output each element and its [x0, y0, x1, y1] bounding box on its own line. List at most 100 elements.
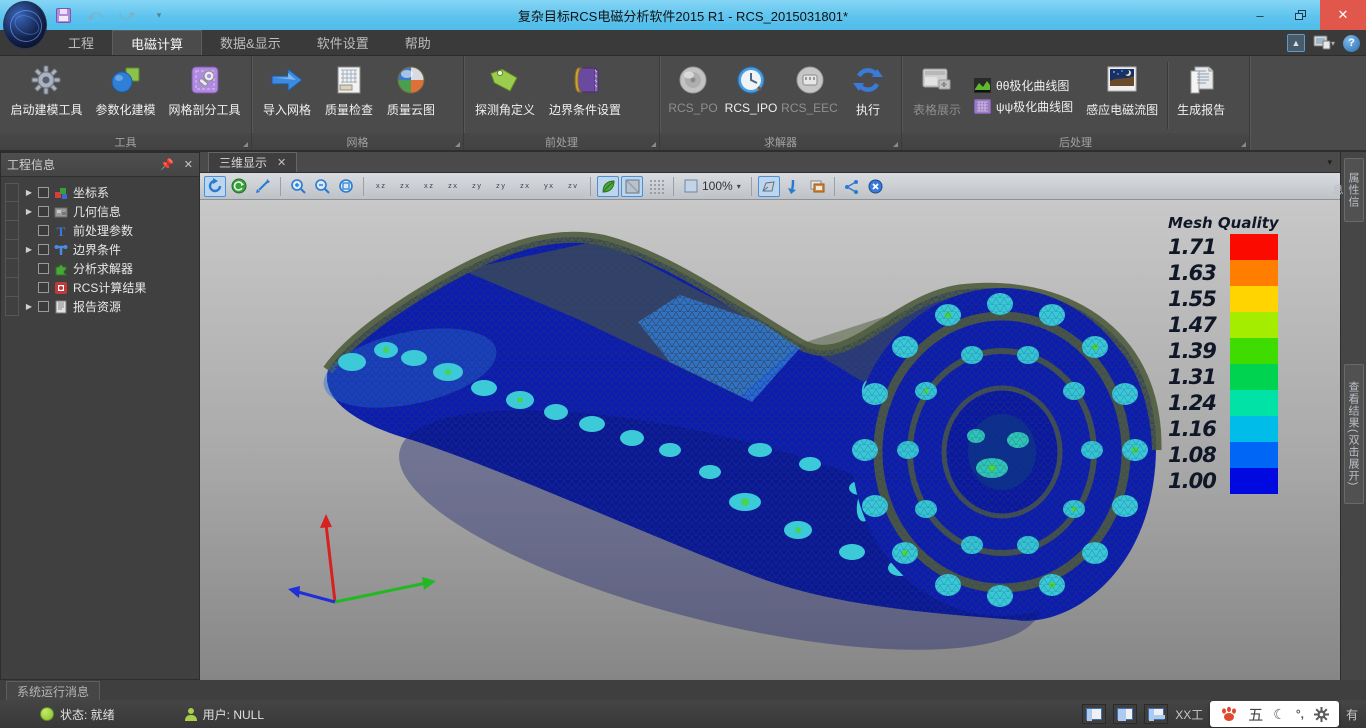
zoom-level-select[interactable]: 100% ▾ [680, 179, 745, 193]
generate-report-button[interactable]: 生成报告 [1170, 58, 1232, 133]
orbit-button[interactable] [228, 176, 250, 197]
legend-swatch [1230, 364, 1278, 390]
tree-item-boundary-conditions[interactable]: ▶ 边界条件 [1, 240, 199, 259]
viewport-toolbar: xz zx xz zx zy zy zx yx zv 100% ▾ [200, 173, 1340, 200]
collapse-ribbon-button[interactable]: ▲ [1287, 34, 1305, 52]
checkbox[interactable] [38, 301, 49, 312]
close-view-button[interactable] [865, 176, 887, 197]
viewport-canvas[interactable]: Mesh Quality 1.71 1.63 1.55 1.47 1.39 1.… [200, 200, 1340, 680]
view-orientation-button-4[interactable]: zx [442, 176, 464, 197]
checkbox[interactable] [38, 282, 49, 293]
theta-polar-curve-button[interactable]: θθ极化曲线图 [974, 77, 1073, 94]
minimize-button[interactable]: – [1240, 0, 1280, 30]
project-info-header: 工程信息 📌 ✕ [1, 153, 199, 177]
legend-row: 1.16 [1168, 416, 1300, 442]
checkbox[interactable] [38, 187, 49, 198]
display-mode-button[interactable]: ▾ [1313, 35, 1335, 51]
arrow-right-icon [270, 67, 304, 93]
tree-item-preprocess-params[interactable]: T 前处理参数 [1, 221, 199, 240]
layout-left-panel-button[interactable] [1082, 704, 1106, 724]
checkbox[interactable] [38, 244, 49, 255]
tab-system-messages[interactable]: 系统运行消息 [6, 681, 100, 700]
pin-button[interactable]: 📌 [160, 158, 174, 171]
zoom-fit-button[interactable] [335, 176, 357, 197]
group-corner-icon[interactable] [243, 142, 248, 147]
shaded-view-button[interactable] [621, 176, 643, 197]
layout-split-panel-button[interactable] [1113, 704, 1137, 724]
induced-current-map-button[interactable]: 感应电磁流图 [1079, 58, 1165, 133]
legend-swatch [1230, 416, 1278, 442]
parametric-modeling-button[interactable]: 参数化建模 [89, 58, 162, 133]
layout-bottom-panel-button[interactable] [1144, 704, 1168, 724]
panel-close-button[interactable]: ✕ [184, 158, 193, 171]
expand-icon[interactable]: ▶ [25, 245, 33, 254]
tab-em-computation[interactable]: 电磁计算 [112, 30, 202, 55]
detect-angle-define-button[interactable]: 探测角定义 [468, 58, 542, 133]
pan-button[interactable] [252, 176, 274, 197]
view-orientation-button-6[interactable]: zy [490, 176, 512, 197]
tree-item-report-resources[interactable]: ▶ 报告资源 [1, 297, 199, 316]
app-logo[interactable] [3, 1, 47, 49]
rcs-eec-button[interactable]: RCS_EEC [780, 58, 839, 133]
tree-item-coordinate-system[interactable]: ▶ 坐标系 [1, 183, 199, 202]
view-orientation-button-5[interactable]: zy [466, 176, 488, 197]
boundary-condition-button[interactable]: 边界条件设置 [542, 58, 628, 133]
ime-toolbar[interactable]: 五 ☾ °, [1210, 701, 1339, 727]
quality-check-button[interactable]: 质量检查 [318, 58, 380, 133]
import-mesh-button[interactable]: 导入网格 [256, 58, 318, 133]
expand-icon[interactable]: ▶ [25, 302, 33, 311]
tree-item-rcs-results[interactable]: RCS计算结果 [1, 278, 199, 297]
view-orientation-button-9[interactable]: zv [562, 176, 584, 197]
tab-help[interactable]: 帮助 [387, 30, 449, 55]
checkbox[interactable] [38, 206, 49, 217]
checkbox[interactable] [38, 263, 49, 274]
group-corner-icon[interactable] [893, 142, 898, 147]
tab-project[interactable]: 工程 [50, 30, 112, 55]
layers-button[interactable] [806, 176, 828, 197]
tree-item-analysis-solver[interactable]: 分析求解器 [1, 259, 199, 278]
expand-icon[interactable]: ▶ [25, 188, 33, 197]
view-orientation-button-8[interactable]: yx [538, 176, 560, 197]
wireframe-view-button[interactable] [645, 176, 667, 197]
share-button[interactable] [841, 176, 863, 197]
tree-item-geometry-info[interactable]: ▶ 几何信息 [1, 202, 199, 221]
drop-view-button[interactable] [782, 176, 804, 197]
document-tabs: 三维显示 ✕ ▾ [200, 152, 1340, 173]
chevron-down-icon: ▾ [737, 182, 741, 191]
tab-3d-display[interactable]: 三维显示 ✕ [208, 152, 297, 172]
checkbox[interactable] [38, 225, 49, 236]
quality-cloud-button[interactable]: 质量云图 [380, 58, 442, 133]
panel-title: 工程信息 [7, 156, 55, 173]
wrench-box-icon [190, 65, 220, 95]
view-orientation-button-3[interactable]: xz [418, 176, 440, 197]
rcs-ipo-button[interactable]: RCS_IPO [722, 58, 780, 133]
rcs-po-button[interactable]: RCS_PO [664, 58, 722, 133]
group-corner-icon[interactable] [651, 142, 656, 147]
view-orientation-button-7[interactable]: zx [514, 176, 536, 197]
tab-list-caret[interactable]: ▾ [1327, 157, 1332, 168]
view-orientation-button-1[interactable]: xz [370, 176, 392, 197]
group-corner-icon[interactable] [455, 142, 460, 147]
help-button[interactable]: ? [1343, 35, 1360, 52]
start-modeling-tool-button[interactable]: 启动建模工具 [4, 58, 89, 133]
mesh-partition-tool-button[interactable]: 网格剖分工具 [162, 58, 247, 133]
rotate-button[interactable] [204, 176, 226, 197]
expand-icon[interactable]: ▶ [25, 207, 33, 216]
view-orientation-button-2[interactable]: zx [394, 176, 416, 197]
clip-region-button[interactable] [758, 176, 780, 197]
tab-close-icon[interactable]: ✕ [277, 156, 286, 169]
execute-button[interactable]: 执行 [839, 58, 897, 133]
tab-view-results[interactable]: 查看结果(双击展开) [1344, 364, 1364, 504]
group-corner-icon[interactable] [1241, 142, 1246, 147]
zoom-out-button[interactable] [311, 176, 333, 197]
restore-button[interactable] [1280, 0, 1320, 30]
close-button[interactable]: ✕ [1320, 0, 1366, 30]
render-smooth-button[interactable] [597, 176, 619, 197]
table-display-button[interactable]: 表格展示 [906, 58, 968, 133]
tab-software-settings[interactable]: 软件设置 [299, 30, 387, 55]
tab-data-display[interactable]: 数据&显示 [202, 30, 299, 55]
user-text: 用户: NULL [203, 706, 264, 723]
tab-properties-info[interactable]: 属性信息 [1344, 158, 1364, 222]
zoom-in-button[interactable] [287, 176, 309, 197]
psi-polar-curve-button[interactable]: ψψ极化曲线图 [974, 98, 1073, 115]
